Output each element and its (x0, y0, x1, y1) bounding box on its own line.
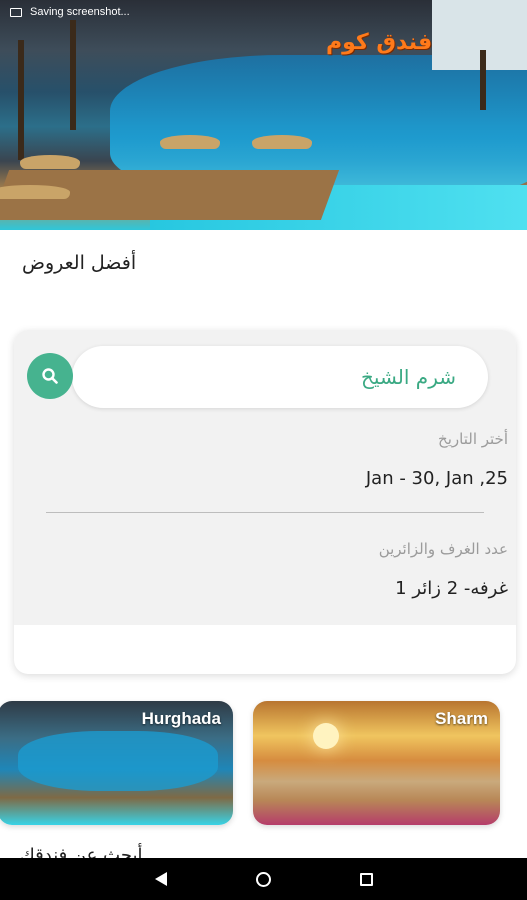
search-icon (42, 368, 58, 384)
date-label: أختر التاريخ (438, 430, 508, 448)
divider (46, 512, 484, 513)
date-value[interactable]: Jan - 30, Jan ,25 (366, 468, 508, 489)
screenshot-icon (10, 7, 22, 17)
search-card-body: شرم الشيخ أختر التاريخ Jan - 30, Jan ,25… (14, 330, 516, 625)
destination-card-sharm[interactable]: Sharm (253, 701, 500, 825)
recent-apps-icon[interactable] (359, 872, 373, 886)
app-logo: فندق كوم (326, 30, 433, 55)
status-bar: Saving screenshot... (0, 0, 527, 24)
palm-tree (70, 20, 76, 130)
destination-name: Sharm (435, 709, 488, 728)
umbrella (252, 135, 312, 149)
offers-title: أفضل العروض (22, 252, 137, 274)
hero-banner: Saving screenshot... فندق كوم (0, 0, 527, 230)
back-icon[interactable] (154, 872, 167, 886)
guests-label: عدد الغرف والزائرين (378, 540, 508, 558)
umbrella (0, 185, 70, 199)
palm-tree (480, 50, 486, 110)
destination-input[interactable]: شرم الشيخ (72, 346, 488, 408)
destination-card-hurghada[interactable]: Hurghada (0, 701, 233, 825)
home-icon[interactable] (255, 871, 271, 887)
destination-value: شرم الشيخ (361, 365, 456, 389)
destination-name: Hurghada (141, 709, 221, 728)
umbrella (160, 135, 220, 149)
search-button[interactable] (27, 353, 73, 399)
palm-tree (18, 40, 24, 160)
search-card: شرم الشيخ أختر التاريخ Jan - 30, Jan ,25… (14, 330, 516, 674)
hurghada-pool (18, 731, 218, 791)
guests-value[interactable]: 1 غرفه- 2 زائر (395, 578, 508, 599)
sun (313, 723, 339, 749)
status-notification: Saving screenshot... (30, 6, 130, 18)
umbrella (20, 155, 80, 169)
navigation-bar (0, 858, 527, 900)
